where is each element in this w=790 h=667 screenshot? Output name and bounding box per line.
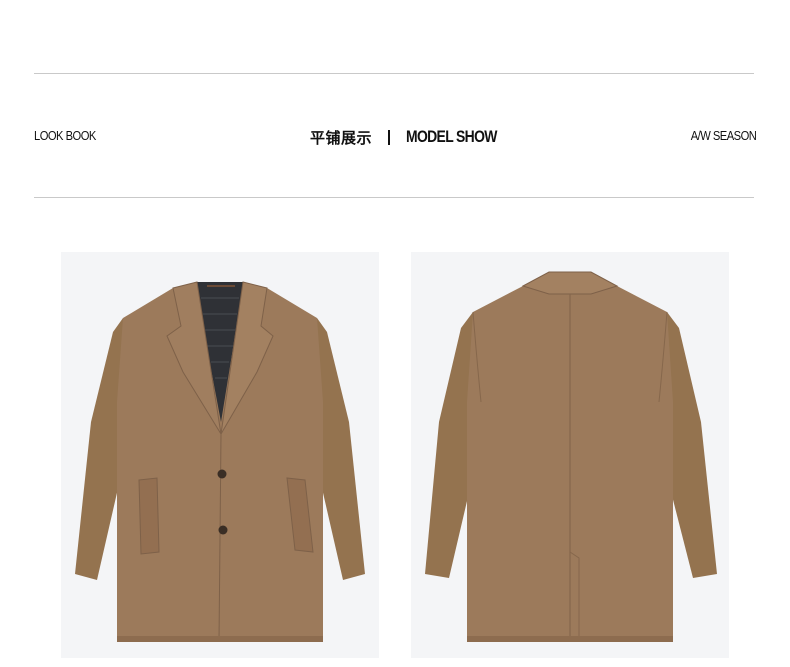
coat-front-image[interactable]	[61, 252, 379, 658]
title-separator	[388, 129, 391, 145]
bottom-divider	[34, 197, 754, 198]
season-label: A/W SEASON	[690, 128, 756, 143]
look-book-label: LOOK BOOK	[34, 128, 96, 143]
top-divider	[34, 73, 754, 74]
coat-back-image[interactable]	[411, 252, 729, 658]
section-header: LOOK BOOK 平铺展示 MODEL SHOW A/W SEASON	[34, 122, 757, 152]
section-title: 平铺展示 MODEL SHOW	[310, 124, 517, 150]
coat-front-illustration	[75, 281, 365, 643]
section-title-en: MODEL SHOW	[406, 127, 497, 146]
section-title-cn: 平铺展示	[310, 128, 373, 147]
coat-back-illustration	[425, 271, 717, 642]
